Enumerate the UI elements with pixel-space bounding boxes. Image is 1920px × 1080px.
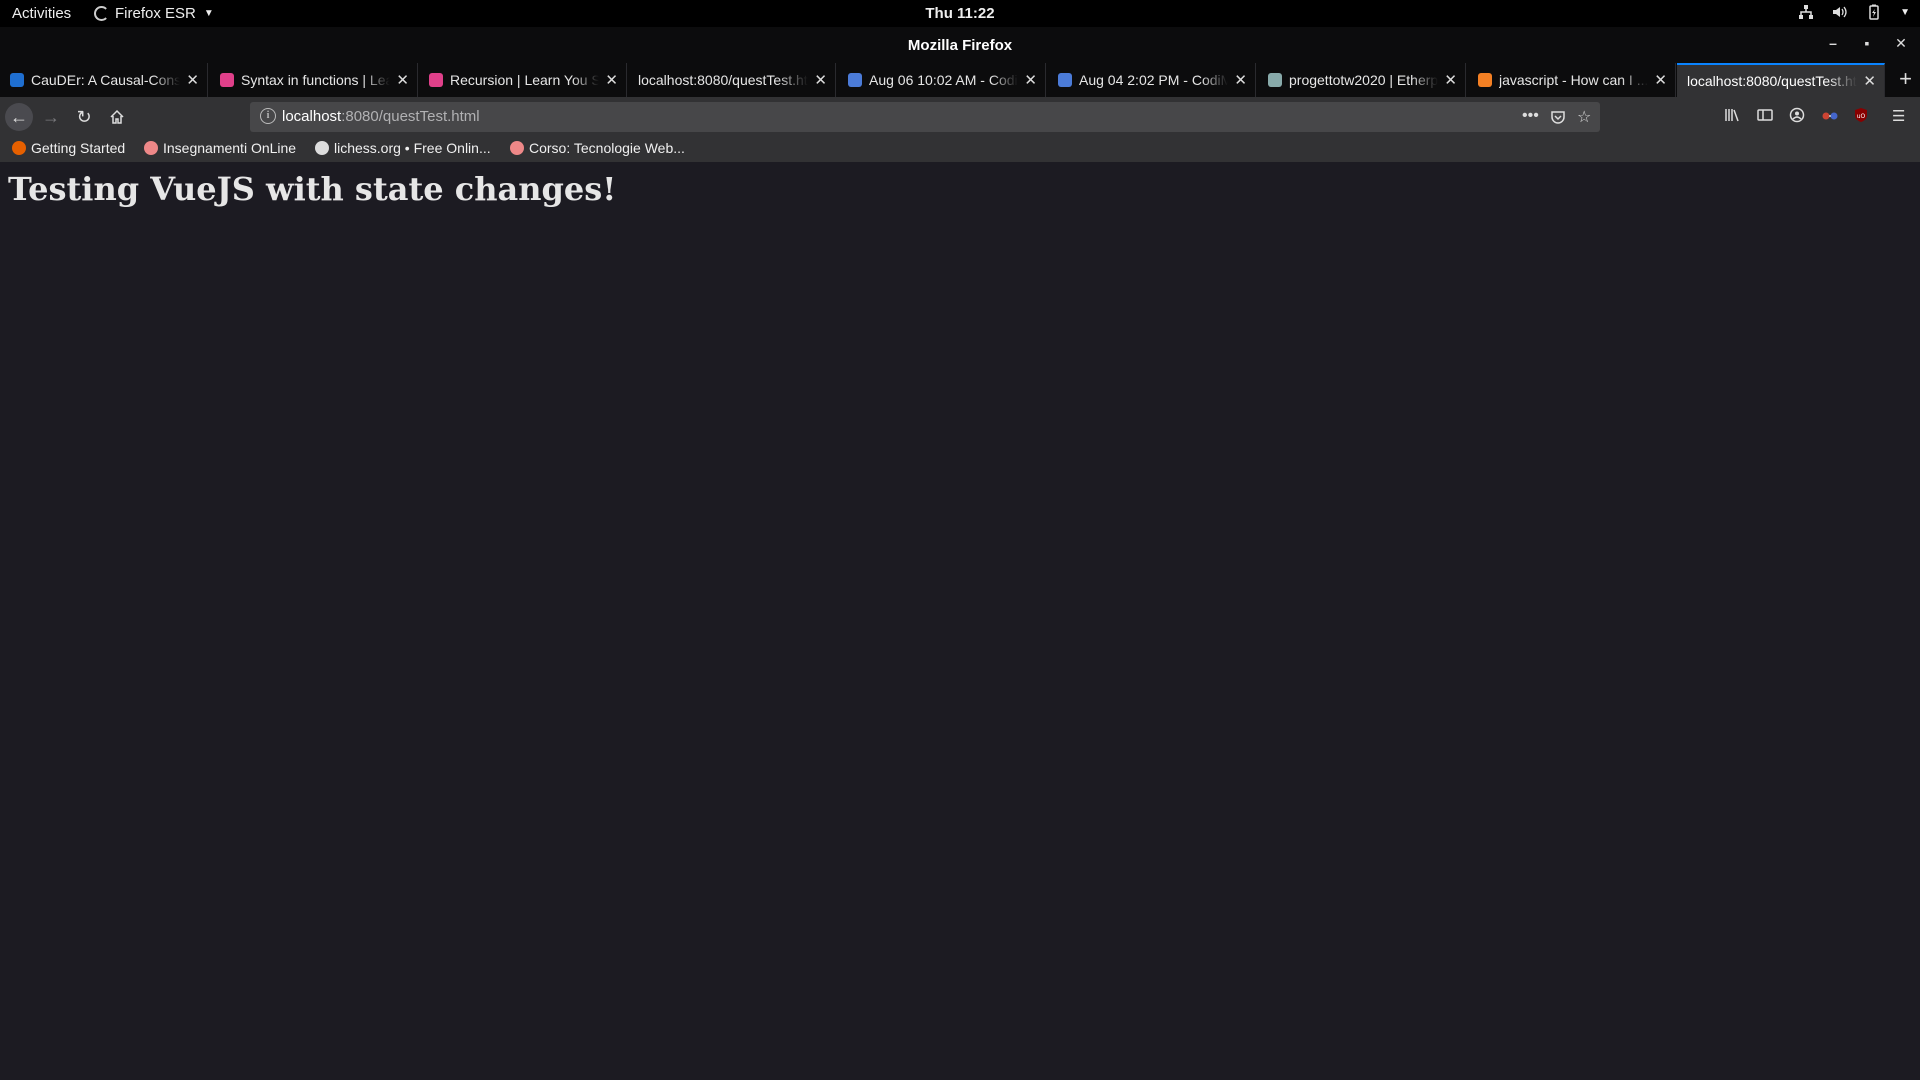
tab-strip: + CauDEr: A Causal-Consistent Reversible… <box>0 63 1920 97</box>
clock[interactable]: Thu 11:22 <box>925 5 994 22</box>
tab-label: Aug 06 10:02 AM - CodiMD <box>869 72 1018 88</box>
bookmark-item[interactable]: Corso: Tecnologie Web... <box>510 140 685 156</box>
ublock-icon[interactable]: uO <box>1853 107 1869 127</box>
tab-label: Recursion | Learn You Some Erlang <box>450 72 600 88</box>
system-top-bar: Activities Firefox ESR ▼ Thu 11:22 ▼ <box>0 0 1920 27</box>
close-tab-icon[interactable]: ✕ <box>1654 71 1667 89</box>
url-path: :8080/questTest.html <box>341 108 480 125</box>
navigation-toolbar: ← → ↻ i localhost:8080/questTest.html ••… <box>0 97 1920 137</box>
page-content: Testing VueJS with state changes! <box>0 162 1920 1080</box>
caret-down-icon: ▼ <box>203 8 214 19</box>
network-icon <box>1798 4 1814 20</box>
tab-8[interactable]: localhost:8080/questTest.html ✕ <box>1677 63 1885 97</box>
url-host: localhost <box>282 108 342 125</box>
maximize-button[interactable]: ▪ <box>1857 35 1877 51</box>
tab-favicon-icon <box>1058 73 1072 87</box>
close-tab-icon[interactable]: ✕ <box>186 71 199 89</box>
new-tab-button[interactable]: + <box>1899 67 1912 91</box>
bookmarks-toolbar: Getting Started Insegnamenti OnLine liches… <box>0 137 1920 162</box>
tab-favicon-icon <box>848 73 862 87</box>
tab-favicon-icon <box>10 73 24 87</box>
hamburger-menu-icon[interactable]: ☰ <box>1892 107 1905 125</box>
account-icon[interactable] <box>1789 107 1805 127</box>
window-title-bar: Mozilla Firefox – ▪ ✕ <box>0 27 1920 63</box>
bookmark-item[interactable]: Getting Started <box>12 140 125 156</box>
tab-4[interactable]: Aug 06 10:02 AM - CodiMD ✕ <box>838 63 1046 97</box>
tab-2[interactable]: Recursion | Learn You Some Erlang ✕ <box>419 63 627 97</box>
page-heading: Testing VueJS with state changes! <box>8 170 617 208</box>
bookmark-label: lichess.org • Free Onlin... <box>334 140 491 156</box>
firefox-icon <box>12 141 26 155</box>
bookmark-item[interactable]: lichess.org • Free Onlin... <box>315 140 491 156</box>
close-tab-icon[interactable]: ✕ <box>814 71 827 89</box>
firefox-icon <box>94 6 109 21</box>
unibo-icon <box>144 141 158 155</box>
close-tab-icon[interactable]: ✕ <box>605 71 618 89</box>
tab-label: progettotw2020 | Etherpad <box>1289 72 1439 88</box>
tab-label: Aug 04 2:02 PM - CodiMD <box>1079 72 1229 88</box>
info-icon[interactable]: i <box>260 108 276 124</box>
tab-7[interactable]: javascript - How can I ... ✕ <box>1468 63 1676 97</box>
close-tab-icon[interactable]: ✕ <box>1024 71 1037 89</box>
tab-1[interactable]: Syntax in functions | Learn You Some Erl… <box>210 63 418 97</box>
svg-text:uO: uO <box>1857 113 1866 120</box>
app-menu-label: Firefox ESR <box>115 5 196 22</box>
tab-favicon-icon <box>220 73 234 87</box>
caret-down-icon: ▼ <box>1900 6 1910 18</box>
tab-label: javascript - How can I ... <box>1499 72 1649 88</box>
activities-button[interactable]: Activities <box>12 5 71 22</box>
tab-label: Syntax in functions | Learn You Some Erl… <box>241 72 391 88</box>
bookmark-label: Insegnamenti OnLine <box>163 140 297 156</box>
reload-button[interactable]: ↻ <box>70 103 98 131</box>
close-tab-icon[interactable]: ✕ <box>1234 71 1247 89</box>
tab-favicon-icon <box>429 73 443 87</box>
close-tab-icon[interactable]: ✕ <box>1444 71 1457 89</box>
tab-label: localhost:8080/questTest.html <box>638 72 809 88</box>
volume-icon <box>1832 4 1848 20</box>
bookmark-label: Corso: Tecnologie Web... <box>529 140 685 156</box>
home-button[interactable] <box>103 103 131 131</box>
app-menu-button[interactable]: Firefox ESR ▼ <box>94 5 214 22</box>
tab-0[interactable]: CauDEr: A Causal-Consistent Reversible D… <box>0 63 208 97</box>
bookmark-label: Getting Started <box>31 140 126 156</box>
tab-favicon-icon <box>1268 73 1282 87</box>
close-tab-icon[interactable]: ✕ <box>396 71 409 89</box>
forward-button[interactable]: → <box>37 103 65 131</box>
back-button[interactable]: ← <box>5 103 33 131</box>
tab-label: localhost:8080/questTest.html <box>1687 73 1858 89</box>
library-icon[interactable] <box>1724 107 1740 127</box>
system-tray[interactable]: ▼ <box>1798 4 1910 20</box>
lichess-icon <box>315 141 329 155</box>
tab-label: CauDEr: A Causal-Consistent Reversible D… <box>31 72 181 88</box>
bookmark-star-icon[interactable]: ☆ <box>1577 107 1591 127</box>
close-window-button[interactable]: ✕ <box>1891 35 1911 52</box>
unibo-icon <box>510 141 524 155</box>
battery-icon <box>1866 4 1882 20</box>
url-bar[interactable]: i localhost:8080/questTest.html ••• ☆ <box>250 102 1600 132</box>
bookmark-item[interactable]: Insegnamenti OnLine <box>144 140 296 156</box>
tab-5[interactable]: Aug 04 2:02 PM - CodiMD ✕ <box>1048 63 1256 97</box>
sidebar-icon[interactable] <box>1757 107 1773 127</box>
page-actions-icon[interactable]: ••• <box>1522 107 1539 125</box>
pocket-icon[interactable] <box>1550 107 1566 130</box>
tab-3[interactable]: localhost:8080/questTest.html ✕ <box>628 63 836 97</box>
window-title: Mozilla Firefox <box>907 37 1013 54</box>
extension-glasses-icon[interactable] <box>1821 107 1839 127</box>
tab-6[interactable]: progettotw2020 | Etherpad ✕ <box>1258 63 1466 97</box>
tab-favicon-icon <box>1478 73 1492 87</box>
minimize-button[interactable]: – <box>1823 35 1843 51</box>
close-tab-icon[interactable]: ✕ <box>1863 72 1876 90</box>
url-text[interactable]: localhost:8080/questTest.html <box>282 108 480 125</box>
